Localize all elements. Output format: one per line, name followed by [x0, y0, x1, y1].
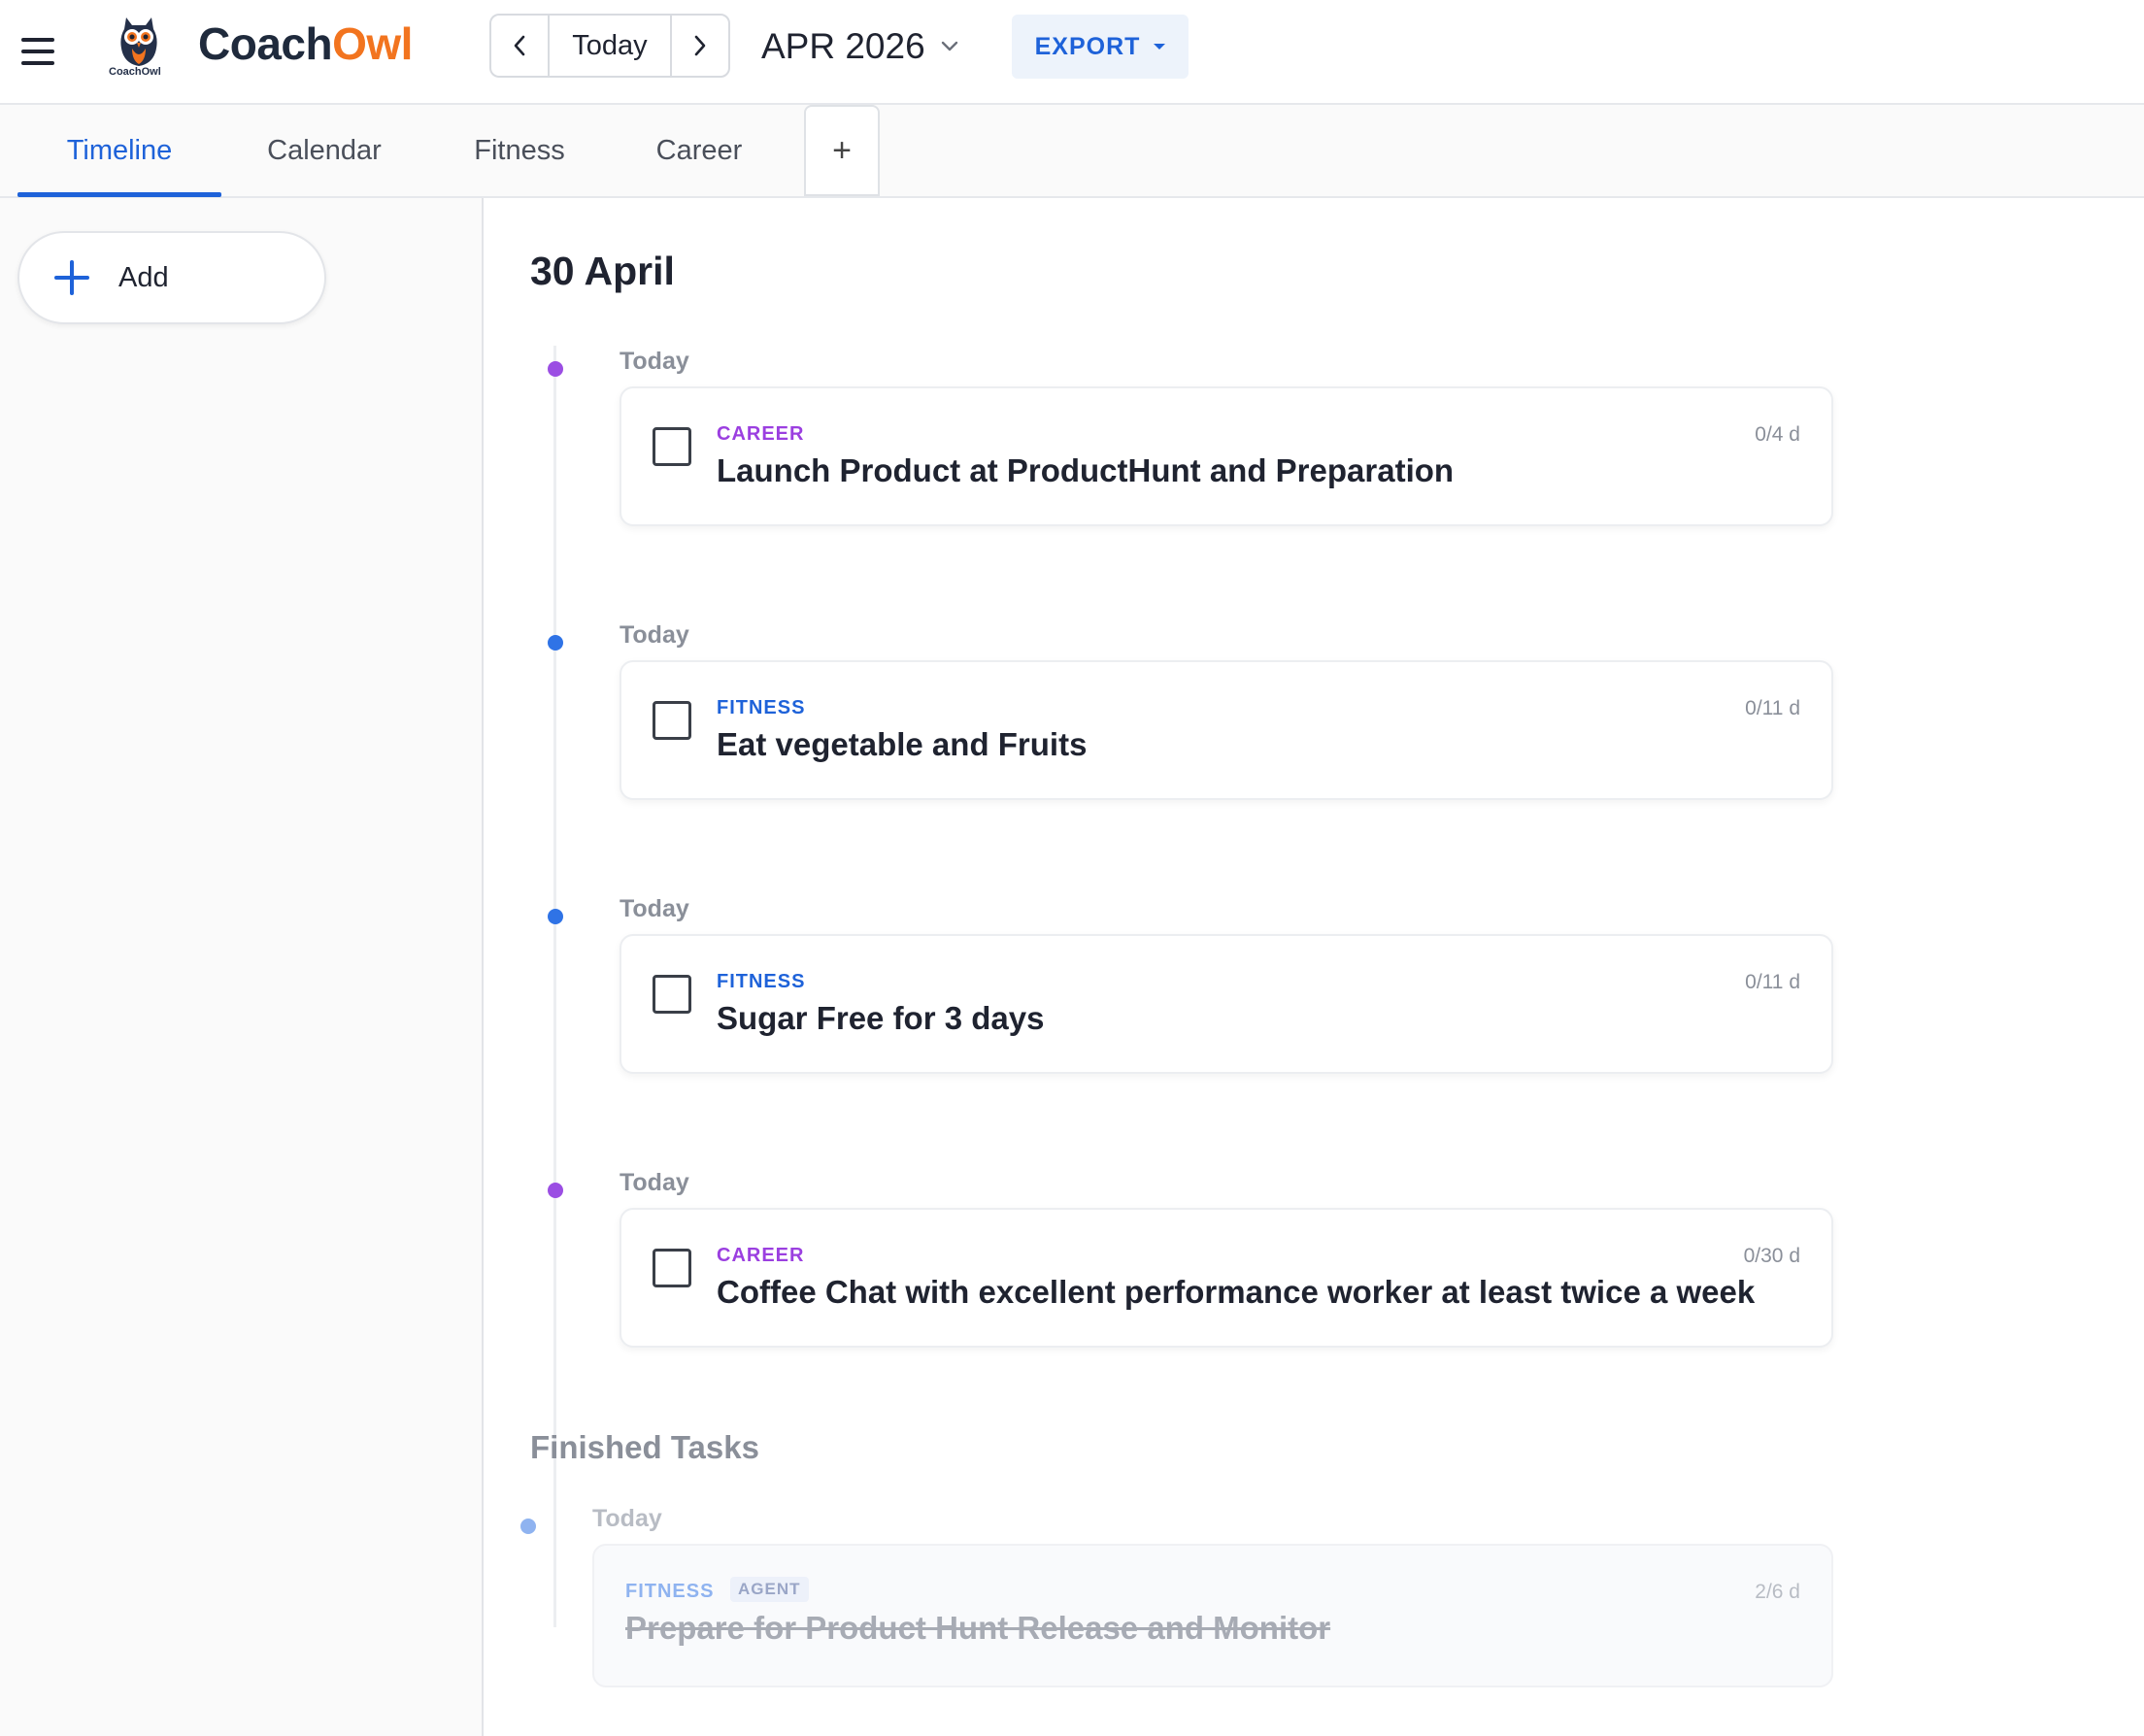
date-heading: 30 April [530, 249, 675, 293]
task-day-label: Today [592, 1505, 662, 1532]
add-tab-button[interactable]: + [804, 105, 880, 196]
today-button[interactable]: Today [548, 16, 672, 76]
task-progress: 2/6 d [1755, 1581, 1800, 1603]
tab-career[interactable]: Career [635, 105, 763, 196]
plus-icon [52, 258, 91, 297]
sidebar: Add [0, 198, 484, 1736]
task-day-label: Today [620, 1169, 689, 1196]
finished-tasks-heading: Finished Tasks [530, 1429, 759, 1465]
task-card[interactable]: CAREER Coffee Chat with excellent perfor… [620, 1208, 1833, 1348]
timeline-dot [548, 635, 563, 651]
task-card[interactable]: CAREER Launch Product at ProductHunt and… [620, 386, 1833, 526]
timeline-dot [548, 361, 563, 377]
timeline-dot [520, 1519, 536, 1534]
logo-caption: CoachOwl [109, 66, 161, 78]
timeline-dot [548, 1183, 563, 1198]
month-label: APR 2026 [761, 26, 925, 66]
task-progress: 0/30 d [1743, 1245, 1800, 1267]
tab-calendar[interactable]: Calendar [251, 105, 398, 196]
task-day-label: Today [620, 621, 689, 649]
brand-name-part1: Coach [198, 18, 333, 69]
task-progress: 0/4 d [1755, 423, 1800, 446]
task-title: Launch Product at ProductHunt and Prepar… [717, 452, 1455, 488]
task-title: Coffee Chat with excellent performance w… [717, 1274, 1756, 1310]
task-category: FITNESS [717, 971, 806, 992]
task-category: CAREER [717, 1245, 805, 1266]
task-title: Eat vegetable and Fruits [717, 726, 1088, 762]
hamburger-menu-icon[interactable] [21, 38, 54, 65]
owl-logo-icon: CoachOwl [105, 10, 173, 82]
chevron-right-icon [694, 35, 706, 56]
previous-button[interactable] [491, 16, 548, 76]
finished-task-card[interactable]: FITNESS AGENT Prepare for Product Hunt R… [592, 1544, 1833, 1687]
top-bar: CoachOwl CoachOwl Today APR 2026 EXPORT [0, 0, 2144, 105]
task-title: Prepare for Product Hunt Release and Mon… [625, 1610, 1331, 1646]
task-category: CAREER [717, 423, 805, 445]
add-button-label: Add [118, 261, 169, 293]
tab-bar: Timeline Calendar Fitness Career + [0, 105, 2144, 198]
chevron-down-icon [941, 41, 957, 51]
export-button[interactable]: EXPORT [1012, 15, 1189, 79]
task-checkbox[interactable] [653, 427, 691, 466]
app-brand[interactable]: CoachOwl [198, 17, 413, 70]
task-day-label: Today [620, 895, 689, 922]
task-day-label: Today [620, 348, 689, 375]
timeline-dot [548, 909, 563, 924]
task-card[interactable]: FITNESS Eat vegetable and Fruits 0/11 d [620, 660, 1833, 800]
task-card[interactable]: FITNESS Sugar Free for 3 days 0/11 d [620, 934, 1833, 1074]
timeline-panel: 30 April Today CAREER Launch Product at … [484, 198, 2144, 1736]
date-navigator: Today [489, 14, 730, 78]
agent-badge: AGENT [730, 1577, 809, 1602]
month-selector[interactable]: APR 2026 [761, 21, 958, 72]
chevron-left-icon [514, 35, 525, 56]
plus-icon: + [832, 131, 852, 169]
brand-name-part2: Owl [332, 18, 413, 69]
task-progress: 0/11 d [1745, 697, 1800, 719]
task-title: Sugar Free for 3 days [717, 1000, 1045, 1036]
task-category: FITNESS [717, 697, 806, 718]
task-checkbox[interactable] [653, 701, 691, 740]
task-checkbox[interactable] [653, 975, 691, 1014]
tab-timeline[interactable]: Timeline [17, 105, 221, 197]
task-progress: 0/11 d [1745, 971, 1800, 993]
caret-down-icon [1154, 44, 1166, 50]
task-checkbox[interactable] [653, 1249, 691, 1287]
next-button[interactable] [672, 16, 728, 76]
export-label: EXPORT [1034, 32, 1141, 60]
task-category: FITNESS [625, 1581, 715, 1602]
tab-fitness[interactable]: Fitness [447, 105, 592, 196]
add-button[interactable]: Add [17, 231, 326, 324]
